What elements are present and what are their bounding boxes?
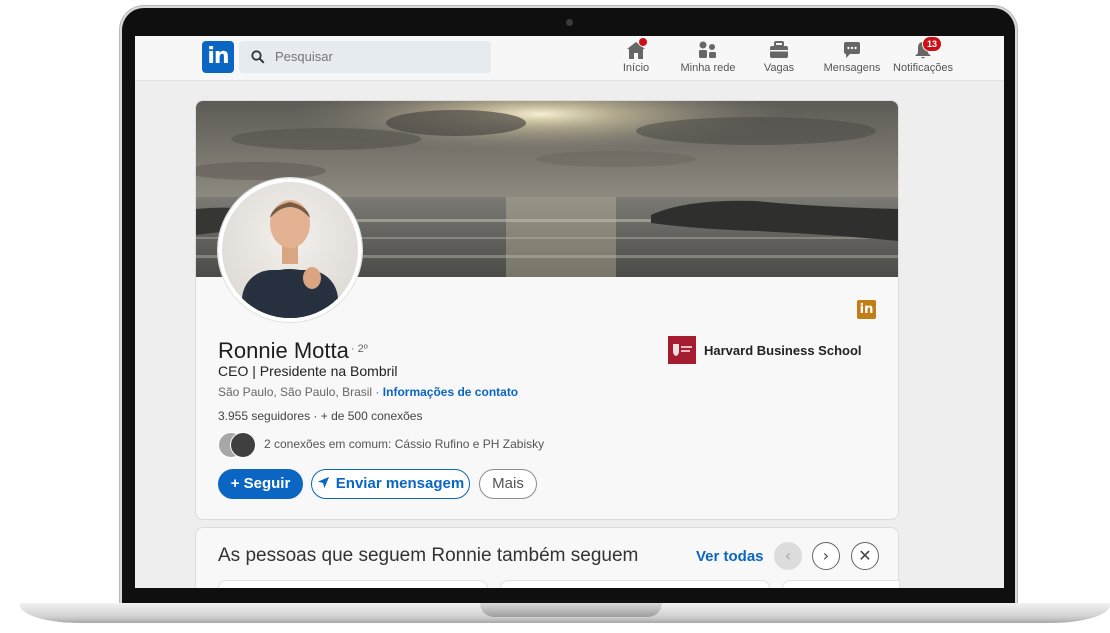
harvard-logo bbox=[668, 336, 696, 364]
search-bar[interactable] bbox=[239, 41, 491, 73]
send-message-button[interactable]: Enviar mensagem bbox=[311, 469, 470, 499]
home-icon bbox=[625, 37, 648, 62]
mutual-names: Cássio Rufino e PH Zabisky bbox=[394, 437, 545, 451]
messaging-icon bbox=[841, 40, 863, 62]
chevron-right-icon: › bbox=[822, 546, 830, 565]
nav-messaging-label: Mensagens bbox=[823, 62, 881, 74]
suggestion-card[interactable] bbox=[782, 580, 900, 588]
send-message-label: Enviar mensagem bbox=[335, 475, 465, 492]
nav-network[interactable]: Minha rede bbox=[678, 38, 738, 78]
screen: in Início Minha rede Vagas bbox=[135, 36, 1004, 588]
bell-icon: 13 bbox=[912, 36, 942, 62]
also-follow-title: As pessoas que seguem Ronnie também segu… bbox=[218, 545, 639, 566]
search-icon bbox=[251, 50, 265, 64]
more-button[interactable]: Mais bbox=[479, 469, 537, 499]
webcam bbox=[566, 19, 573, 26]
contact-info-link[interactable]: Informações de contato bbox=[383, 385, 518, 399]
suggestion-card[interactable] bbox=[500, 580, 770, 588]
nav-home[interactable]: Início bbox=[619, 37, 653, 78]
see-all-link[interactable]: Ver todas bbox=[696, 548, 764, 565]
mutual-connections-text: 2 conexões em comum: Cássio Rufino e PH … bbox=[264, 437, 544, 451]
network-icon bbox=[697, 40, 719, 62]
send-icon bbox=[317, 476, 329, 489]
nav-notifications-label: Notificações bbox=[893, 62, 953, 74]
profile-headline: CEO | Presidente na Bombril bbox=[218, 363, 398, 379]
search-input[interactable] bbox=[275, 41, 475, 73]
laptop-notch bbox=[480, 603, 662, 617]
linkedin-logo[interactable]: in bbox=[202, 41, 234, 73]
carousel-previous-button[interactable]: ‹ bbox=[774, 542, 802, 570]
profile-name: Ronnie Motta · 2º bbox=[218, 338, 368, 364]
chevron-left-icon: ‹ bbox=[784, 546, 792, 565]
suggestion-card[interactable] bbox=[218, 580, 488, 588]
also-follow-card: As pessoas que seguem Ronnie também segu… bbox=[195, 527, 900, 588]
location-text: São Paulo, São Paulo, Brasil · bbox=[218, 385, 380, 399]
mutual-prefix: 2 conexões em comum: bbox=[264, 437, 392, 451]
nav-home-label: Início bbox=[622, 62, 650, 74]
profile-photo[interactable] bbox=[218, 178, 362, 322]
profile-location: São Paulo, São Paulo, Brasil · Informaçõ… bbox=[218, 385, 518, 399]
follower-stats[interactable]: 3.955 seguidores · + de 500 conexões bbox=[218, 409, 422, 423]
profile-card: in Ronnie Motta · 2º CEO | Presidente na … bbox=[195, 100, 899, 520]
nav-jobs-label: Vagas bbox=[763, 62, 795, 74]
carousel-next-button[interactable]: › bbox=[812, 542, 840, 570]
nav-jobs[interactable]: Vagas bbox=[762, 38, 796, 78]
nav-notifications[interactable]: 13 Notificações bbox=[892, 36, 954, 78]
dismiss-button[interactable]: ✕ bbox=[851, 542, 879, 570]
notification-count-badge: 13 bbox=[922, 36, 942, 52]
mutual-avatar bbox=[230, 432, 256, 458]
nav-messaging[interactable]: Mensagens bbox=[823, 38, 881, 78]
school-name: Harvard Business School bbox=[704, 343, 862, 358]
home-notification-dot bbox=[638, 37, 648, 47]
connection-degree: · 2º bbox=[350, 343, 368, 355]
mutual-avatars bbox=[218, 431, 258, 458]
nav-network-label: Minha rede bbox=[680, 62, 736, 74]
linkedin-premium-icon: in bbox=[857, 300, 876, 319]
close-icon: ✕ bbox=[858, 546, 872, 565]
top-navigation: in Início Minha rede Vagas bbox=[135, 36, 1004, 81]
briefcase-icon bbox=[768, 40, 790, 62]
follow-button[interactable]: + Seguir bbox=[218, 469, 303, 499]
profile-name-text: Ronnie Motta bbox=[218, 338, 349, 363]
